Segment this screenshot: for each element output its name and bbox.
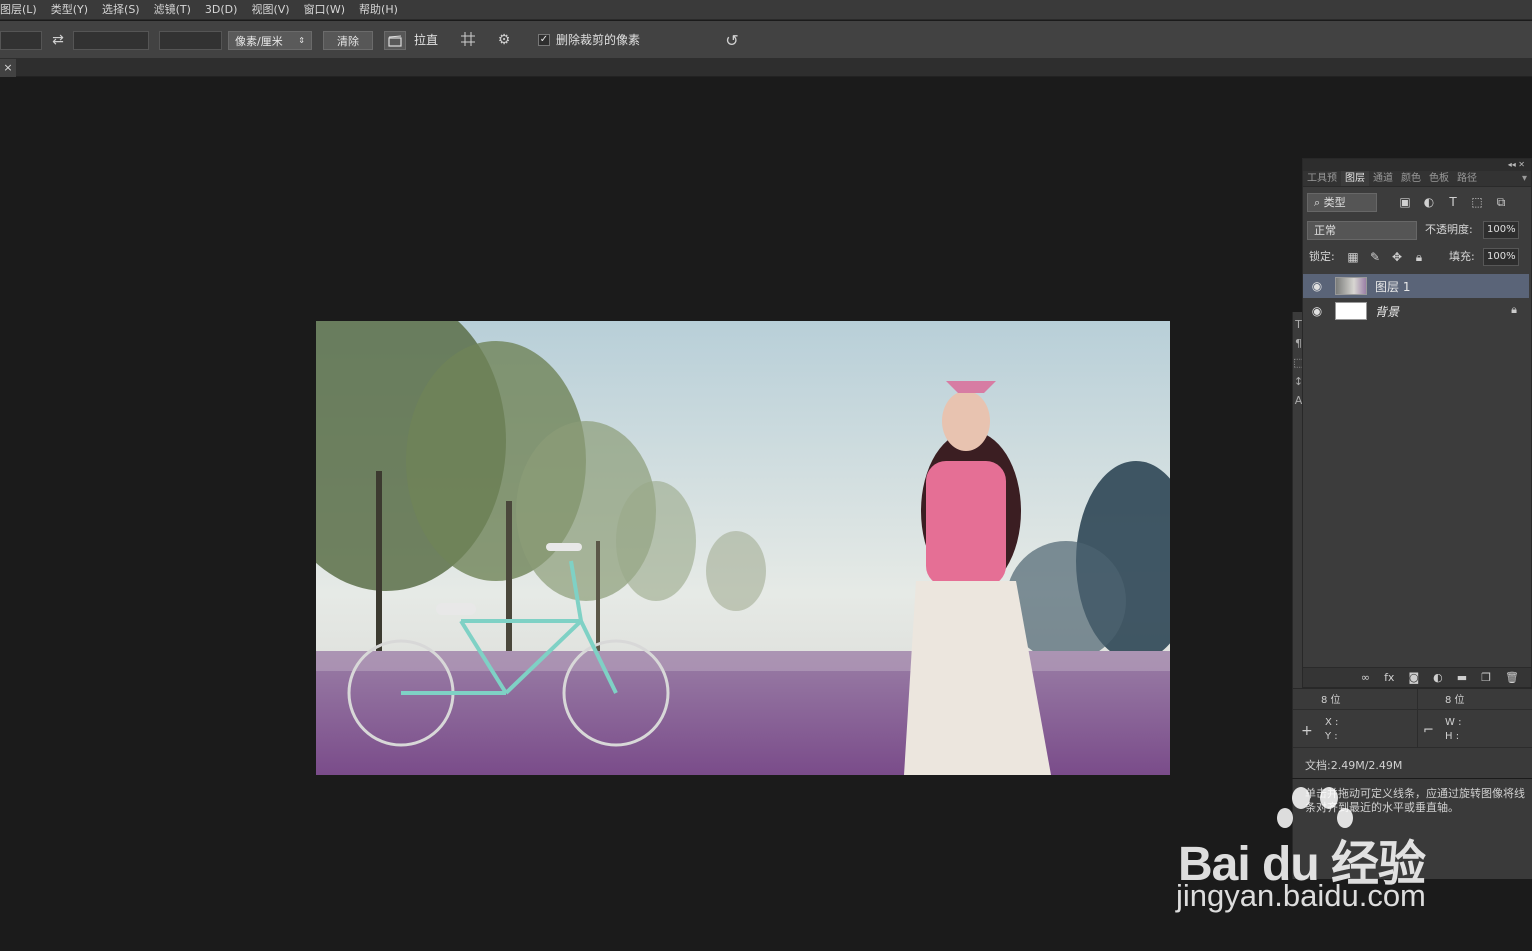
layers-panel: ◂◂ ✕ 工具预 图层 通道 颜色 色板 路径 ▾ ⌕ 类型 ▣ ◐ T ⬚ ⧉… [1302,158,1532,688]
layer-name[interactable]: 背景 [1375,303,1399,320]
straighten-label[interactable]: 拉直 [414,31,438,50]
grid-overlay-icon[interactable] [458,31,478,50]
fill-field[interactable]: 100% [1483,248,1519,266]
layer-row[interactable]: ◉ 图层 1 [1303,274,1529,298]
fill-label: 填充: [1449,250,1475,263]
close-tab-icon[interactable]: × [0,59,16,77]
layers-panel-footer: ∞ fx ◙ ◐ ▬ ❐ 🗑︎ [1303,667,1531,687]
pixel-filter-icon[interactable]: ▣ [1397,194,1413,210]
baidu-watermark: Bai du 经验 jingyan.baidu.com [1176,786,1466,926]
panel-menu-icon[interactable]: ▾ [1518,171,1531,186]
unit-select[interactable]: 像素/厘米 ⇕ [228,31,312,50]
clear-button[interactable]: 清除 [323,31,373,50]
selection-size-icon: ⌐ [1423,723,1434,738]
layer-name[interactable]: 图层 1 [1375,278,1410,295]
lock-paint-icon[interactable]: ✎ [1367,249,1383,265]
select-arrow-icon: ⇕ [298,36,305,45]
tab-color[interactable]: 颜色 [1397,171,1425,186]
lock-transparency-icon[interactable]: ▦ [1345,249,1361,265]
tab-swatches[interactable]: 色板 [1425,171,1453,186]
new-layer-icon[interactable]: ❐ [1481,671,1491,684]
menu-3d[interactable]: 3D(D) [205,1,246,19]
menu-help[interactable]: 帮助(H) [359,1,406,19]
tab-channels[interactable]: 通道 [1369,171,1397,186]
straighten-icon[interactable] [384,31,406,50]
tab-paths[interactable]: 路径 [1453,171,1481,186]
fx-icon[interactable]: fx [1384,671,1394,684]
y-label: Y : [1325,731,1338,742]
lock-icon: 🔒︎ [1511,303,1517,316]
search-icon: ⌕ [1314,196,1321,209]
watermark-url: jingyan.baidu.com [1176,878,1426,913]
layer-thumbnail [1335,277,1367,295]
tab-layers[interactable]: 图层 [1341,171,1369,186]
lock-label: 锁定: [1309,250,1335,263]
smart-object-filter-icon[interactable]: ⧉ [1493,194,1509,210]
menu-view[interactable]: 视图(V) [251,1,297,19]
unit-select-value: 像素/厘米 [235,34,283,48]
bit-depth-left: 8 位 [1321,695,1341,706]
menu-layer[interactable]: 图层(L) [0,1,45,19]
lock-all-icon[interactable]: 🔒︎ [1411,249,1427,265]
layer-filter-value: 类型 [1323,196,1346,209]
info-panel: 8 位 8 位 + X : Y : ⌐ W : H : 文档:2.49M/2.4… [1292,688,1532,778]
resolution-field[interactable] [159,31,222,50]
opacity-field[interactable]: 100% [1483,221,1519,239]
photo-illustration [316,321,1170,775]
shape-filter-icon[interactable]: ⬚ [1469,194,1485,210]
adjustment-filter-icon[interactable]: ◐ [1421,194,1437,210]
h-label: H : [1445,731,1460,742]
crosshair-icon: + [1301,723,1313,739]
tab-tool-presets[interactable]: 工具预 [1303,171,1341,186]
height-field[interactable] [73,31,149,50]
mask-icon[interactable]: ◙ [1408,671,1419,684]
info-divider [1293,747,1532,748]
info-divider [1417,689,1418,747]
visibility-eye-icon[interactable]: ◉ [1303,279,1331,293]
blend-mode-select[interactable]: 正常 [1307,221,1417,240]
canvas-photo[interactable] [316,321,1170,775]
adjustment-icon[interactable]: ◐ [1433,671,1443,684]
type-filter-icon[interactable]: T [1445,194,1461,210]
reset-icon[interactable]: ↺ [722,31,742,50]
link-icon[interactable]: ∞ [1361,671,1370,684]
bit-depth-right: 8 位 [1445,695,1465,706]
menu-filter[interactable]: 滤镜(T) [154,1,199,19]
layer-row[interactable]: ◉ 背景 🔒︎ [1303,299,1529,323]
document-tab-strip: × [0,59,1532,77]
panel-collapse-icon[interactable]: ◂◂ ✕ [1303,159,1531,171]
menu-bar: 图层(L) 类型(Y) 选择(S) 滤镜(T) 3D(D) 视图(V) 窗口(W… [0,0,1532,20]
layer-thumbnail [1335,302,1367,320]
width-field[interactable] [0,31,42,50]
lock-move-icon[interactable]: ✥ [1389,249,1405,265]
menu-select[interactable]: 选择(S) [102,1,148,19]
menu-type[interactable]: 类型(Y) [51,1,96,19]
delete-cropped-checkbox[interactable]: ✓ [538,31,552,50]
trash-icon[interactable]: 🗑︎ [1505,671,1519,684]
visibility-eye-icon[interactable]: ◉ [1303,304,1331,318]
layer-filter-select[interactable]: ⌕ 类型 [1307,193,1377,212]
x-label: X : [1325,717,1339,728]
opacity-label: 不透明度: [1425,223,1473,236]
swap-icon[interactable]: ⇄ [48,31,68,50]
w-label: W : [1445,717,1462,728]
info-divider [1293,709,1532,710]
delete-cropped-label: 删除裁剪的像素 [556,33,641,47]
gear-icon[interactable]: ⚙ [494,31,514,50]
options-bar: ⇄ 像素/厘米 ⇕ 清除 拉直 ⚙ ✓ 删除裁剪的像素 ↺ [0,21,1532,59]
panel-tabs: 工具预 图层 通道 颜色 色板 路径 ▾ [1303,171,1531,187]
menu-window[interactable]: 窗口(W) [304,1,353,19]
document-size: 文档:2.49M/2.49M [1305,759,1403,772]
folder-icon[interactable]: ▬ [1457,671,1467,684]
